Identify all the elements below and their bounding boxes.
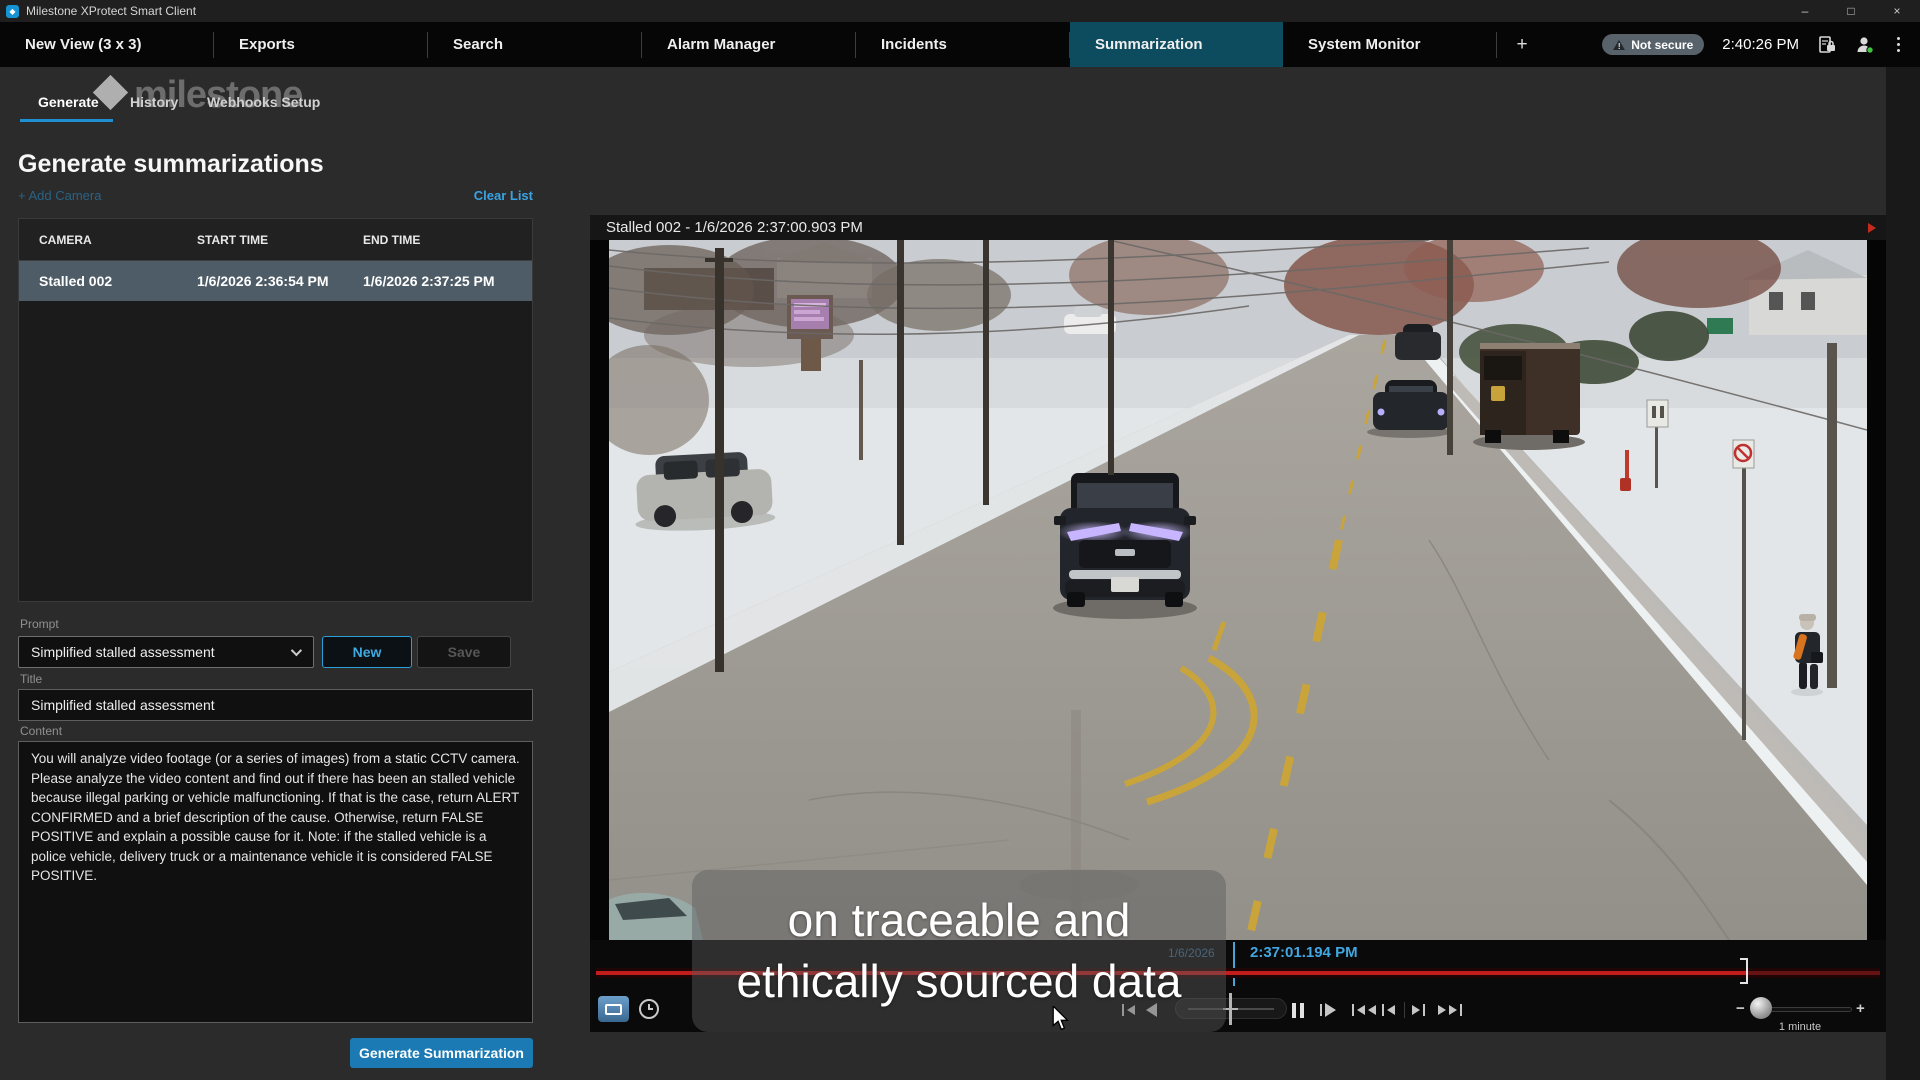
stalled-suv (1053, 473, 1197, 619)
cctv-scene (609, 240, 1867, 940)
play-forward-button[interactable] (1320, 998, 1336, 1022)
prompt-select[interactable]: Simplified stalled assessment (18, 636, 314, 668)
subtab-generate[interactable]: Generate (38, 94, 99, 110)
previous-sequence-button[interactable] (1352, 998, 1376, 1022)
recording-segment-dim (1746, 971, 1880, 975)
minimize-button[interactable]: – (1782, 0, 1828, 22)
window-title: Milestone XProtect Smart Client (26, 4, 196, 18)
cell-start-time: 1/6/2026 2:36:54 PM (177, 273, 343, 289)
milestone-watermark-text: milestone (134, 74, 302, 117)
playback-indicator-icon (1868, 223, 1876, 233)
add-camera-link[interactable]: + Add Camera (18, 188, 101, 203)
camera-table-header: CAMERA START TIME END TIME (19, 219, 532, 261)
pause-button[interactable] (1292, 998, 1304, 1022)
report-lock-icon[interactable] (1817, 35, 1837, 55)
close-button[interactable]: × (1874, 0, 1920, 22)
tab-system-monitor[interactable]: System Monitor (1283, 22, 1496, 67)
caption-line-2: ethically sourced data (737, 951, 1182, 1012)
video-panel: Stalled 002 - 1/6/2026 2:37:00.903 PM (590, 215, 1886, 1032)
ups-truck (1473, 343, 1585, 450)
system-clock: 2:40:26 PM (1722, 36, 1799, 53)
previous-frame-button[interactable] (1382, 998, 1395, 1022)
add-tab-button[interactable]: + (1497, 22, 1547, 67)
main-navbar: New View (3 x 3) Exports Search Alarm Ma… (0, 22, 1920, 67)
window-controls: – □ × (1782, 0, 1920, 22)
warning-icon: ! (1613, 40, 1625, 50)
timeline-zoom-in-button[interactable]: + (1856, 1000, 1865, 1017)
video-titlebar: Stalled 002 - 1/6/2026 2:37:00.903 PM (590, 215, 1886, 240)
video-caption-overlay: on traceable and ethically sourced data (692, 870, 1226, 1032)
content-textarea[interactable]: You will analyze video footage (or a ser… (18, 741, 533, 1023)
tab-new-view[interactable]: New View (3 x 3) (0, 22, 213, 67)
maximize-button[interactable]: □ (1828, 0, 1874, 22)
not-secure-badge[interactable]: ! Not secure (1602, 34, 1704, 55)
camera-table: CAMERA START TIME END TIME Stalled 002 1… (18, 218, 533, 602)
tab-exports[interactable]: Exports (214, 22, 427, 67)
save-prompt-button[interactable]: Save (417, 636, 511, 668)
controls-divider (1404, 1002, 1405, 1018)
column-header-start-time: START TIME (177, 233, 343, 247)
tab-alarm-manager[interactable]: Alarm Manager (642, 22, 855, 67)
next-sequence-button[interactable] (1438, 998, 1462, 1022)
prompt-selected-value: Simplified stalled assessment (31, 644, 215, 660)
time-select-icon[interactable] (639, 999, 659, 1019)
generate-summarization-button[interactable]: Generate Summarization (350, 1038, 533, 1068)
column-header-camera: CAMERA (19, 233, 177, 247)
playback-mode-button[interactable] (598, 996, 629, 1022)
user-profile-icon[interactable] (1855, 35, 1875, 55)
video-tile[interactable]: on traceable and ethically sourced data (590, 240, 1886, 940)
right-edge-strip (1886, 67, 1920, 1080)
prompt-label: Prompt (20, 617, 59, 631)
selection-end-bracket-icon[interactable] (1740, 958, 1748, 984)
more-options-icon[interactable] (1893, 37, 1904, 52)
cell-end-time: 1/6/2026 2:37:25 PM (343, 273, 532, 289)
active-subtab-underline (20, 119, 113, 122)
chevron-down-icon (291, 645, 302, 656)
cell-camera: Stalled 002 (19, 273, 177, 289)
table-row[interactable]: Stalled 002 1/6/2026 2:36:54 PM 1/6/2026… (19, 261, 532, 301)
mouse-cursor (1052, 1006, 1070, 1032)
timeline-current-time: 2:37:01.194 PM (1250, 944, 1358, 961)
clear-list-link[interactable]: Clear List (474, 188, 533, 203)
navbar-right-group: ! Not secure 2:40:26 PM (1602, 22, 1920, 67)
tab-summarization[interactable]: Summarization (1070, 22, 1283, 67)
timeline-zoom-knob[interactable] (1750, 997, 1772, 1019)
title-label: Title (20, 672, 42, 686)
next-frame-button[interactable] (1412, 998, 1425, 1022)
timeline-zoom-out-button[interactable]: − (1736, 1000, 1745, 1017)
tab-search[interactable]: Search (428, 22, 641, 67)
window-titlebar: ◆ Milestone XProtect Smart Client – □ × (0, 0, 1920, 22)
camera-list-actions: + Add Camera Clear List (18, 188, 533, 203)
page-title: Generate summarizations (18, 150, 324, 179)
tab-incidents[interactable]: Incidents (856, 22, 1069, 67)
content-label: Content (20, 724, 62, 738)
column-header-end-time: END TIME (343, 233, 532, 247)
timeline-playhead[interactable] (1233, 942, 1235, 986)
timeline-zoom-level: 1 minute (1740, 1021, 1860, 1033)
new-prompt-button[interactable]: New (322, 636, 412, 668)
caption-line-1: on traceable and (788, 890, 1131, 951)
milestone-app-icon: ◆ (6, 5, 19, 18)
title-input[interactable] (18, 689, 533, 721)
frame-icon (605, 1004, 622, 1015)
video-title: Stalled 002 - 1/6/2026 2:37:00.903 PM (606, 219, 863, 236)
